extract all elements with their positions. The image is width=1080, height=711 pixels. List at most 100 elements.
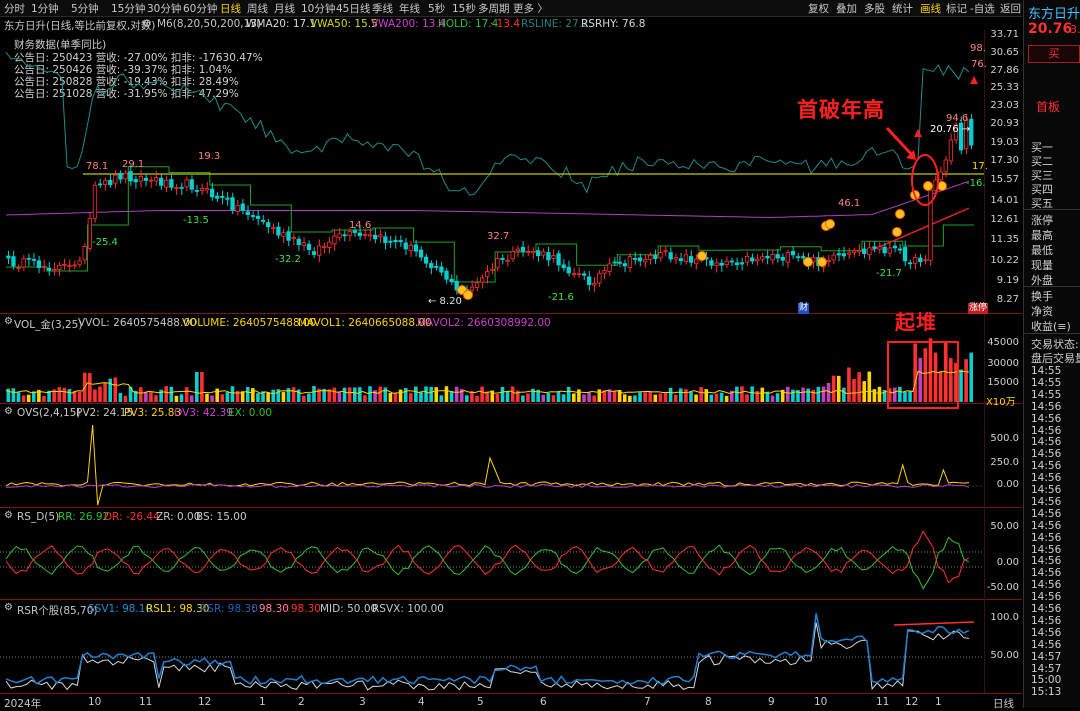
coin-marker-icon [895,209,905,219]
candle-body [627,256,633,268]
candle-body [612,261,617,264]
volume-bar [510,386,515,402]
price-label: -21.7 [876,268,902,279]
volume-bar [689,391,693,402]
candle-body [857,250,862,253]
candle-body [316,245,322,256]
coin-marker-icon [817,257,827,267]
tick-time: 14:56 [1031,531,1062,544]
volume-bar [281,392,286,402]
candle-body [663,250,668,253]
candle-body [495,257,500,269]
candle-body [897,248,903,251]
volume-bar [378,386,383,402]
volume-bar [77,391,82,402]
volume-bar [174,395,179,402]
candle-body [536,250,541,257]
rsr-red-value: : 98.30 [284,603,321,615]
candle-body [602,270,607,274]
candle-body [617,261,622,264]
candle-body [592,282,597,286]
candle-body [388,240,393,243]
candle-body [688,256,694,263]
candle-body [337,233,342,238]
annotation-arrow [885,126,915,158]
vwa200-line [5,180,970,219]
candle-body [648,255,653,260]
price-axis-label: 33.71 [990,29,1019,40]
buy-button[interactable]: 买 [1028,45,1080,63]
price-label: 76. [971,59,987,70]
volume-bar [398,389,403,402]
candle-body [938,171,943,181]
bs-value: BS: 15.00 [196,511,247,523]
candle-body [97,183,103,186]
volume-bar [673,394,678,402]
rsd-panel [0,530,984,590]
volume-bar [949,358,953,402]
ssv1-value: SSV1: 98.10 [88,603,153,615]
volume-bar [719,392,724,402]
candle-body [383,236,388,244]
ovs-gear-icon[interactable]: ⚙ [4,406,13,417]
candle-body [128,171,133,182]
rsd-gear-icon[interactable]: ⚙ [4,510,13,521]
candle-body [342,234,347,237]
candle-body [393,239,398,243]
coin-marker-icon [825,219,835,229]
candle-body [734,262,740,266]
volume-bar [337,392,342,402]
candle-body [750,257,755,262]
volume-bar [663,392,668,402]
candle-body [714,262,719,266]
candle-body [332,235,337,245]
volume-bar [454,386,459,402]
candle-body [123,172,128,180]
candle-body [82,246,87,261]
vol-gear-icon[interactable]: ⚙ [4,316,13,327]
volume-bar [195,372,199,402]
x-axis-label: 11 [876,696,890,708]
volume-bar [225,392,230,402]
vol-axis-label: 45000 [987,337,1019,348]
board-label: 首板 [1036,100,1061,114]
rsr-gear-icon[interactable]: ⚙ [4,602,13,613]
candle-body [296,238,301,246]
tick-time: 14:56 [1031,543,1062,556]
candle-body [362,233,368,236]
candle-body [607,263,612,272]
ov3-value: OV3: 42.39 [174,407,233,419]
candle-body [72,264,77,267]
candle-body [250,215,256,217]
x-axis-label: 1 [935,696,942,708]
tick-time: 14:57 [1031,662,1062,675]
first-break-annotation: 首破年高 [797,98,885,122]
rsd-axis-label: 0.00 [996,557,1019,568]
volume-bar [266,392,270,402]
candle-body [678,258,684,262]
volume-bar [108,378,112,402]
candle-body [322,245,327,248]
quote-field[interactable]: 收益(≡) [1031,318,1071,334]
candle-body [153,177,159,182]
volume-bar [449,390,454,402]
volume-bar [877,386,882,402]
volume-bar [913,343,917,402]
volume-bar [582,394,586,402]
volume-bar [622,394,627,402]
volume-bar [251,388,255,402]
volume-bar [383,387,388,402]
volume-bar [648,391,653,402]
candle-body [693,258,699,265]
price-label: 20.76 → [930,124,971,135]
volume-bar [505,391,510,402]
rsr-axis-label: 100.0 [990,612,1019,623]
volume-bar [113,377,118,402]
volume-bar [286,388,291,402]
coin-marker-icon [803,257,813,267]
candle-body [21,258,26,268]
candle-body [709,260,714,266]
candle-body [133,179,138,183]
volume-bar [791,389,795,402]
candle-body [541,251,546,256]
